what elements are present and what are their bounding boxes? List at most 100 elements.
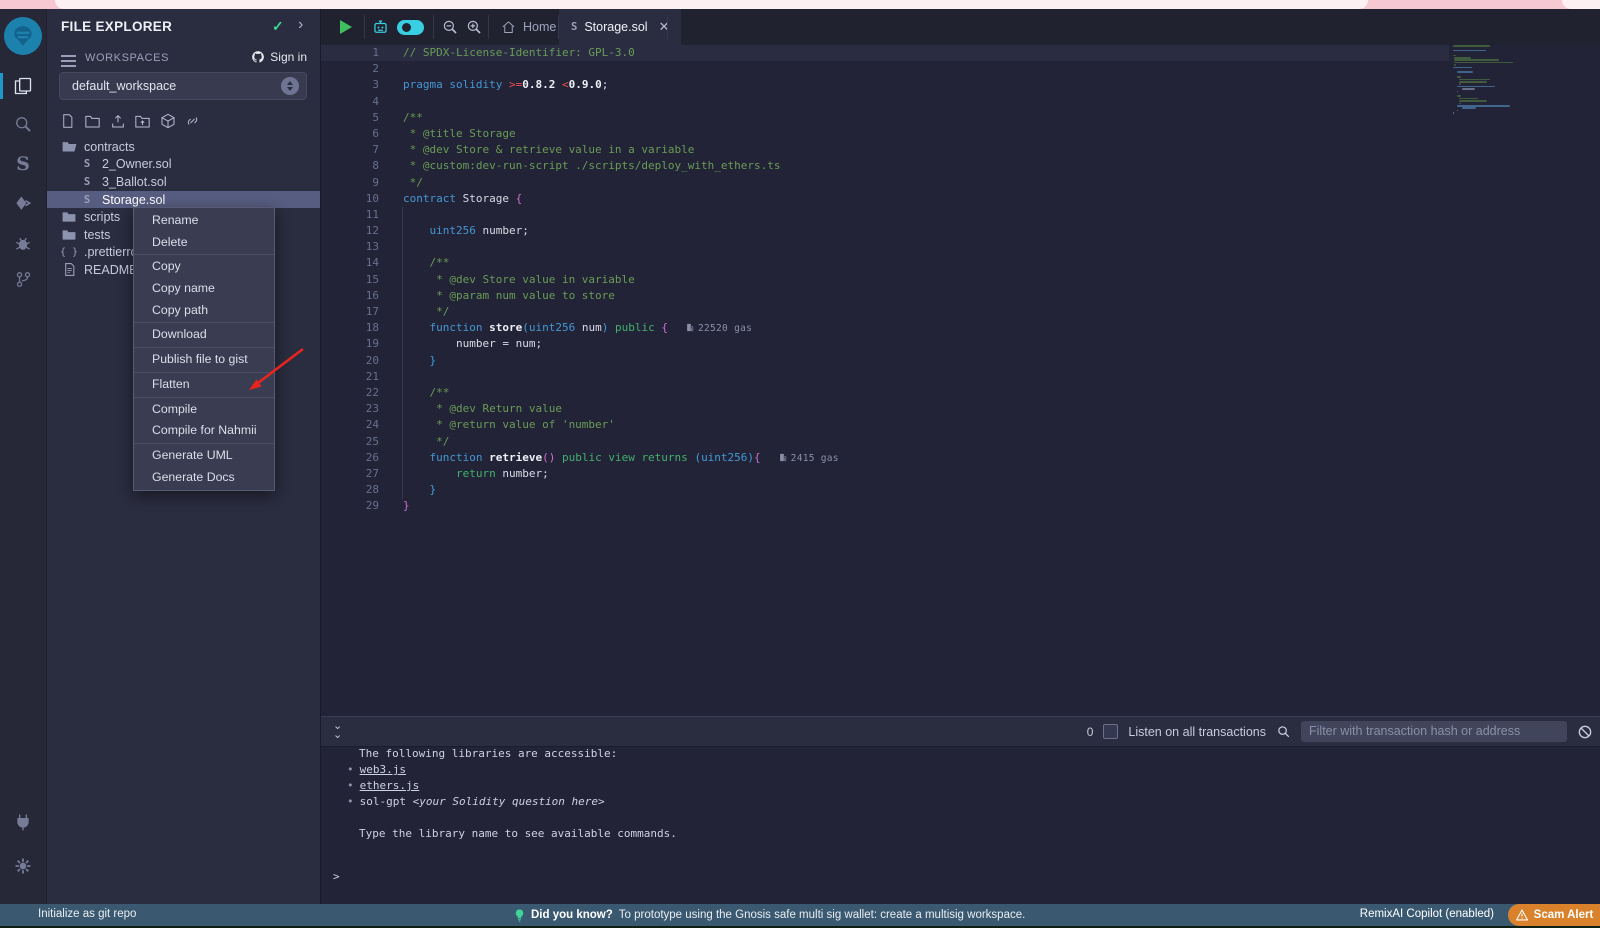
sidebar-item-plugin-manager[interactable] [0,805,46,839]
code-line-10[interactable]: 10contract Storage { [321,191,1449,207]
code-text: * @title Storage [403,126,516,142]
context-menu-item-rename[interactable]: Rename [134,210,274,232]
code-line-20[interactable]: 20 } [321,353,1449,369]
context-menu-item-generate-uml[interactable]: Generate UML [134,445,274,467]
tree-item-3-ballot-sol[interactable]: S3_Ballot.sol [47,173,321,191]
tree-item-contracts[interactable]: contracts [47,138,321,156]
tree-item-label: 3_Ballot.sol [102,175,167,189]
code-line-27[interactable]: 27 return number; [321,466,1449,482]
sidebar-item-debugger[interactable] [0,227,46,261]
library-link[interactable]: ethers.js [360,779,420,792]
code-line-4[interactable]: 4 [321,94,1449,110]
tree-item-storage-sol[interactable]: SStorage.sol [47,191,321,209]
code-line-25[interactable]: 25 */ [321,434,1449,450]
code-line-28[interactable]: 28 } [321,482,1449,498]
code-text: number = num; [403,336,542,352]
run-script-button[interactable] [340,20,352,34]
code-line-18[interactable]: 18 function store(uint256 num) public {2… [321,320,1449,336]
context-menu-item-publish-file-to-gist[interactable]: Publish file to gist [134,349,274,371]
context-menu-item-compile-for-nahmii[interactable]: Compile for Nahmii [134,420,274,442]
ai-assistant-icon[interactable] [369,16,391,38]
code-line-1[interactable]: 1// SPDX-License-Identifier: GPL-3.0 [321,45,1449,61]
context-menu-item-download[interactable]: Download [134,324,274,346]
new-folder-icon[interactable] [84,112,101,129]
context-menu-item-flatten[interactable]: Flatten [134,374,274,396]
minimap-line [1457,95,1460,97]
hamburger-menu-icon[interactable] [61,52,76,70]
code-line-2[interactable]: 2 [321,61,1449,77]
collapse-chevron-icon[interactable]: › [298,16,303,34]
code-line-16[interactable]: 16 * @param num value to store [321,288,1449,304]
code-line-12[interactable]: 12 uint256 number; [321,223,1449,239]
context-menu-item-copy-name[interactable]: Copy name [134,278,274,300]
expand-terminal-icon[interactable]: ⌄⌄ [333,722,341,740]
box-icon[interactable] [159,112,176,129]
sidebar-item-file-explorer[interactable] [0,69,46,103]
code-line-17[interactable]: 17 */ [321,304,1449,320]
code-editor[interactable]: 1// SPDX-License-Identifier: GPL-3.023pr… [321,45,1449,514]
minimap-line [1453,45,1490,47]
library-link[interactable]: web3.js [360,763,406,776]
sidebar-item-deploy-run[interactable] [0,187,46,221]
code-line-3[interactable]: 3pragma solidity >=0.8.2 <0.9.0; [321,77,1449,93]
ban-icon[interactable] [1577,724,1593,740]
code-line-9[interactable]: 9 */ [321,175,1449,191]
context-menu-item-copy[interactable]: Copy [134,256,274,278]
code-line-23[interactable]: 23 * @dev Return value [321,401,1449,417]
terminal-library-item: •sol-gpt <your Solidity question here> [321,794,1600,810]
new-file-icon[interactable] [59,112,76,129]
upload-folder-icon[interactable] [134,112,151,129]
zoom-in-icon[interactable] [463,16,485,38]
code-line-5[interactable]: 5/** [321,110,1449,126]
code-line-13[interactable]: 13 [321,239,1449,255]
context-menu-item-delete[interactable]: Delete [134,232,274,254]
vertical-icon-panel: S [0,9,46,904]
line-number: 24 [321,417,403,433]
context-menu-item-generate-docs[interactable]: Generate Docs [134,467,274,489]
minimap-line [1459,103,1461,105]
copilot-status[interactable]: RemixAI Copilot (enabled) [1360,908,1494,920]
code-line-22[interactable]: 22 /** [321,385,1449,401]
indent-guide [402,207,403,499]
minimap-line [1457,71,1473,73]
minimap[interactable] [1449,45,1569,135]
link-icon[interactable] [184,112,201,129]
terminal-prompt[interactable]: > [321,869,1600,885]
sidebar-item-search[interactable] [0,107,46,141]
code-line-15[interactable]: 15 * @dev Store value in variable [321,272,1449,288]
code-line-11[interactable]: 11 [321,207,1449,223]
minimap-line [1457,76,1460,78]
sidebar-item-solidity-compiler[interactable]: S [0,147,46,181]
sidebar-item-git[interactable] [0,262,46,296]
context-menu-item-copy-path[interactable]: Copy path [134,300,274,322]
sign-in-button[interactable]: Sign in [251,50,307,64]
scam-alert-button[interactable]: Scam Alert [1508,904,1600,926]
check-icon: ✓ [272,18,284,35]
code-line-6[interactable]: 6 * @title Storage [321,126,1449,142]
transaction-filter-input[interactable]: Filter with transaction hash or address [1301,721,1567,742]
code-line-14[interactable]: 14 /** [321,255,1449,271]
upload-file-icon[interactable] [109,112,126,129]
code-line-21[interactable]: 21 [321,369,1449,385]
remix-logo[interactable] [4,17,42,55]
code-line-26[interactable]: 26 function retrieve() public view retur… [321,450,1449,466]
code-line-24[interactable]: 24 * @return value of 'number' [321,417,1449,433]
listen-checkbox[interactable] [1103,724,1118,739]
tree-item-label: Storage.sol [102,193,165,207]
zoom-out-icon[interactable] [439,16,461,38]
code-line-7[interactable]: 7 * @dev Store & retrieve value in a var… [321,142,1449,158]
tab-storage-sol[interactable]: S Storage.sol ✕ [559,9,681,45]
code-line-19[interactable]: 19 number = num; [321,336,1449,352]
tree-item-2-owner-sol[interactable]: S2_Owner.sol [47,156,321,174]
tip-text: To prototype using the Gnosis safe multi… [619,909,1026,921]
ai-copilot-toggle[interactable] [397,20,424,35]
terminal-output[interactable]: The following libraries are accessible:•… [321,746,1600,885]
workspace-select[interactable]: default_workspace [59,72,307,100]
context-menu-item-compile[interactable]: Compile [134,399,274,421]
code-line-8[interactable]: 8 * @custom:dev-run-script ./scripts/dep… [321,158,1449,174]
sidebar-item-settings[interactable] [0,849,46,883]
git-init-button[interactable]: Initialize as git repo [38,908,136,920]
file-toolbar [59,112,201,129]
code-line-29[interactable]: 29} [321,498,1449,514]
tab-home[interactable]: Home [489,9,568,45]
